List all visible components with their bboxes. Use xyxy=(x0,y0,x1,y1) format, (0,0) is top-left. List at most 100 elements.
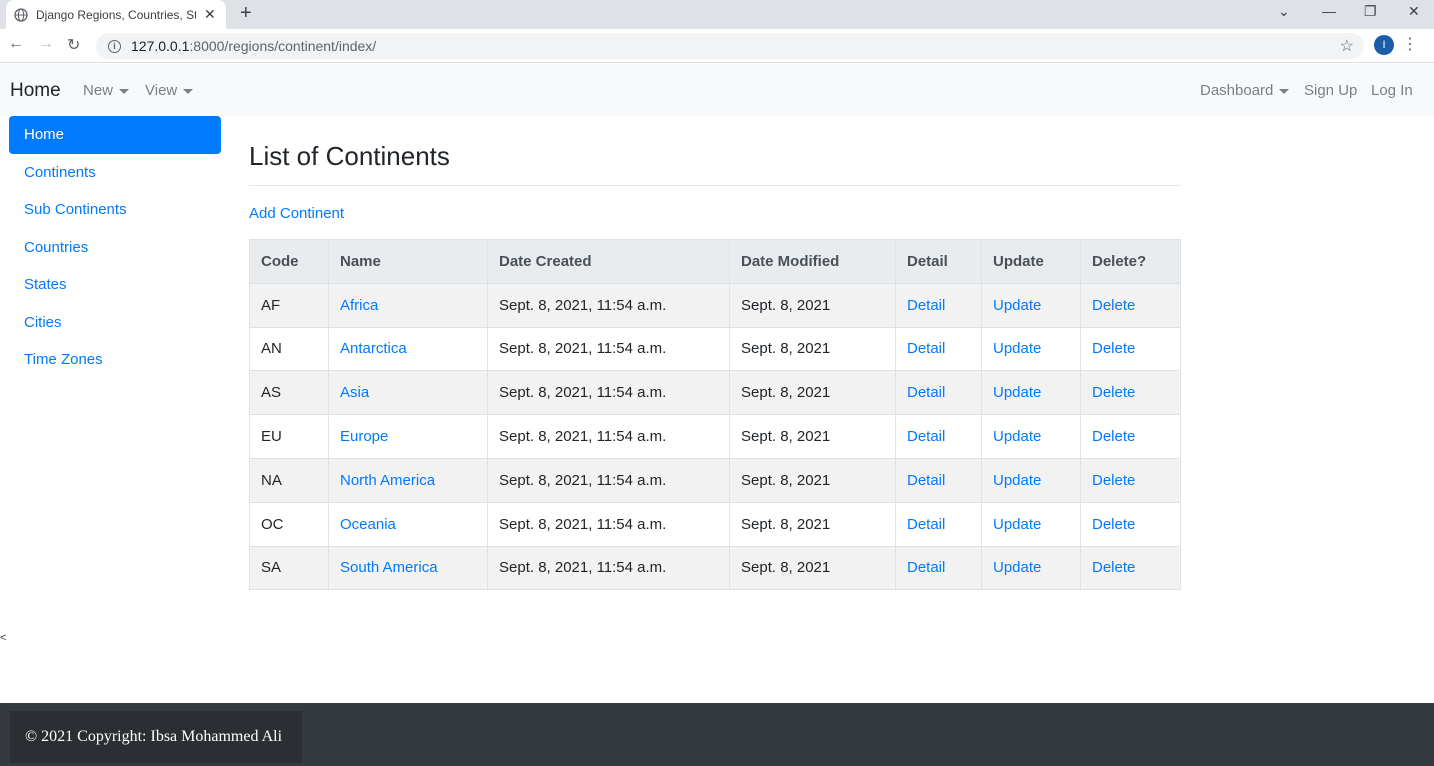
table-cell: North America xyxy=(328,457,488,503)
table-cell: Africa xyxy=(328,282,488,328)
signup-link[interactable]: Sign Up xyxy=(1304,82,1357,99)
delete-link[interactable]: Delete xyxy=(1092,516,1135,533)
dashboard-dropdown[interactable]: Dashboard xyxy=(1200,82,1290,99)
cell-date-created: Sept. 8, 2021, 11:54 a.m. xyxy=(499,471,667,489)
footer-copyright-box: © 2021 Copyright: Ibsa Mohammed Ali xyxy=(10,711,302,763)
continent-name-link[interactable]: Africa xyxy=(340,297,378,314)
sidebar: Home Continents Sub Continents Countries… xyxy=(9,116,221,379)
column-header-update: Update xyxy=(981,239,1081,284)
update-link[interactable]: Update xyxy=(993,559,1041,576)
cell-date-modified: Sept. 8, 2021 xyxy=(741,515,831,533)
delete-link[interactable]: Delete xyxy=(1092,559,1135,576)
cell-code: AF xyxy=(261,296,281,314)
update-link[interactable]: Update xyxy=(993,340,1041,357)
sidebar-item-home[interactable]: Home xyxy=(9,116,221,154)
table-cell: SA xyxy=(249,545,329,591)
address-bar[interactable]: i 127.0.0.1:8000/regions/continent/index… xyxy=(96,33,1364,59)
delete-link[interactable]: Delete xyxy=(1092,384,1135,401)
restore-icon[interactable]: ❐ xyxy=(1364,3,1377,20)
table-cell: Update xyxy=(981,370,1081,416)
delete-link[interactable]: Delete xyxy=(1092,340,1135,357)
table-cell: Sept. 8, 2021, 11:54 a.m. xyxy=(487,545,730,591)
detail-link[interactable]: Detail xyxy=(907,297,945,314)
site-navbar: Home New View Dashboard Sign Up Log In xyxy=(0,64,1434,116)
table-cell: Detail xyxy=(895,545,982,591)
new-tab-icon[interactable]: + xyxy=(240,3,252,23)
continent-name-link[interactable]: North America xyxy=(340,472,435,489)
view-dropdown[interactable]: View xyxy=(145,82,194,99)
continent-name-link[interactable]: Oceania xyxy=(340,516,396,533)
table-row: AS Asia Sept. 8, 2021, 11:54 a.m. Sept. 8, … xyxy=(249,370,1181,416)
table-cell: Detail xyxy=(895,326,982,372)
table-cell: Update xyxy=(981,457,1081,503)
table-cell: Antarctica xyxy=(328,326,488,372)
column-header-date-modified: Date Modified xyxy=(729,239,896,284)
close-window-icon[interactable]: ✕ xyxy=(1408,3,1420,20)
table-row: NA North America Sept. 8, 2021, 11:54 a.m.… xyxy=(249,457,1181,503)
globe-icon xyxy=(14,7,28,22)
sidebar-item-continents[interactable]: Continents xyxy=(9,154,221,192)
cell-date-created: Sept. 8, 2021, 11:54 a.m. xyxy=(499,296,667,314)
reload-icon[interactable]: ↻ xyxy=(67,35,80,55)
new-dropdown[interactable]: New xyxy=(83,82,130,99)
browser-tab[interactable]: Django Regions, Countries, States ✕ xyxy=(6,0,226,29)
table-cell: Detail xyxy=(895,282,982,328)
table-cell: Sept. 8, 2021 xyxy=(729,326,896,372)
sidebar-item-sub-continents[interactable]: Sub Continents xyxy=(9,191,221,229)
table-cell: AF xyxy=(249,282,329,328)
table-cell: Delete xyxy=(1080,370,1181,416)
table-cell: Sept. 8, 2021, 11:54 a.m. xyxy=(487,370,730,416)
cell-code: SA xyxy=(261,559,282,577)
continent-name-link[interactable]: Europe xyxy=(340,428,388,445)
cell-date-modified: Sept. 8, 2021 xyxy=(741,296,831,314)
detail-link[interactable]: Detail xyxy=(907,384,945,401)
update-link[interactable]: Update xyxy=(993,384,1041,401)
column-header-code: Code xyxy=(249,239,329,284)
update-link[interactable]: Update xyxy=(993,297,1041,314)
table-cell: Asia xyxy=(328,370,488,416)
detail-link[interactable]: Detail xyxy=(907,559,945,576)
login-link[interactable]: Log In xyxy=(1371,82,1413,99)
cell-date-created: Sept. 8, 2021, 11:54 a.m. xyxy=(499,559,667,577)
dashboard-dropdown-label: Dashboard xyxy=(1200,82,1274,99)
sidebar-item-countries[interactable]: Countries xyxy=(9,229,221,267)
sidebar-item-time-zones[interactable]: Time Zones xyxy=(9,341,221,379)
delete-link[interactable]: Delete xyxy=(1092,472,1135,489)
info-icon[interactable]: i xyxy=(108,39,121,53)
continent-name-link[interactable]: Asia xyxy=(340,384,369,401)
detail-link[interactable]: Detail xyxy=(907,516,945,533)
detail-link[interactable]: Detail xyxy=(907,428,945,445)
table-cell: Delete xyxy=(1080,326,1181,372)
table-cell: Sept. 8, 2021 xyxy=(729,501,896,547)
browser-tabstrip: Django Regions, Countries, States ✕ + ⌄ … xyxy=(0,0,1434,29)
table-row: AN Antarctica Sept. 8, 2021, 11:54 a.m. Sep… xyxy=(249,326,1181,372)
navbar-brand[interactable]: Home xyxy=(10,80,61,102)
update-link[interactable]: Update xyxy=(993,472,1041,489)
delete-link[interactable]: Delete xyxy=(1092,297,1135,314)
bookmark-star-icon[interactable]: ☆ xyxy=(1340,36,1354,56)
detail-link[interactable]: Detail xyxy=(907,340,945,357)
delete-link[interactable]: Delete xyxy=(1092,428,1135,445)
detail-link[interactable]: Detail xyxy=(907,472,945,489)
chevron-down-icon[interactable]: ⌄ xyxy=(1278,3,1290,20)
table-cell: Detail xyxy=(895,414,982,459)
profile-avatar[interactable]: I xyxy=(1374,35,1394,55)
update-link[interactable]: Update xyxy=(993,516,1041,533)
url-text: 127.0.0.1:8000/regions/continent/index/ xyxy=(131,38,376,54)
minimize-icon[interactable]: — xyxy=(1322,3,1336,19)
update-link[interactable]: Update xyxy=(993,428,1041,445)
page-title: List of Continents xyxy=(249,141,450,171)
menu-kebab-icon[interactable]: ⋮ xyxy=(1402,34,1418,54)
back-arrow-icon[interactable]: ← xyxy=(8,35,24,53)
close-tab-icon[interactable]: ✕ xyxy=(204,6,216,23)
divider xyxy=(249,185,1181,186)
table-cell: Update xyxy=(981,282,1081,328)
forward-arrow-icon[interactable]: → xyxy=(38,35,54,53)
column-header-name: Name xyxy=(328,239,488,284)
cell-code: NA xyxy=(261,471,282,489)
sidebar-item-states[interactable]: States xyxy=(9,266,221,304)
continent-name-link[interactable]: South America xyxy=(340,559,438,576)
continent-name-link[interactable]: Antarctica xyxy=(340,340,407,357)
sidebar-item-cities[interactable]: Cities xyxy=(9,304,221,342)
add-continent-link[interactable]: Add Continent xyxy=(249,205,1181,226)
